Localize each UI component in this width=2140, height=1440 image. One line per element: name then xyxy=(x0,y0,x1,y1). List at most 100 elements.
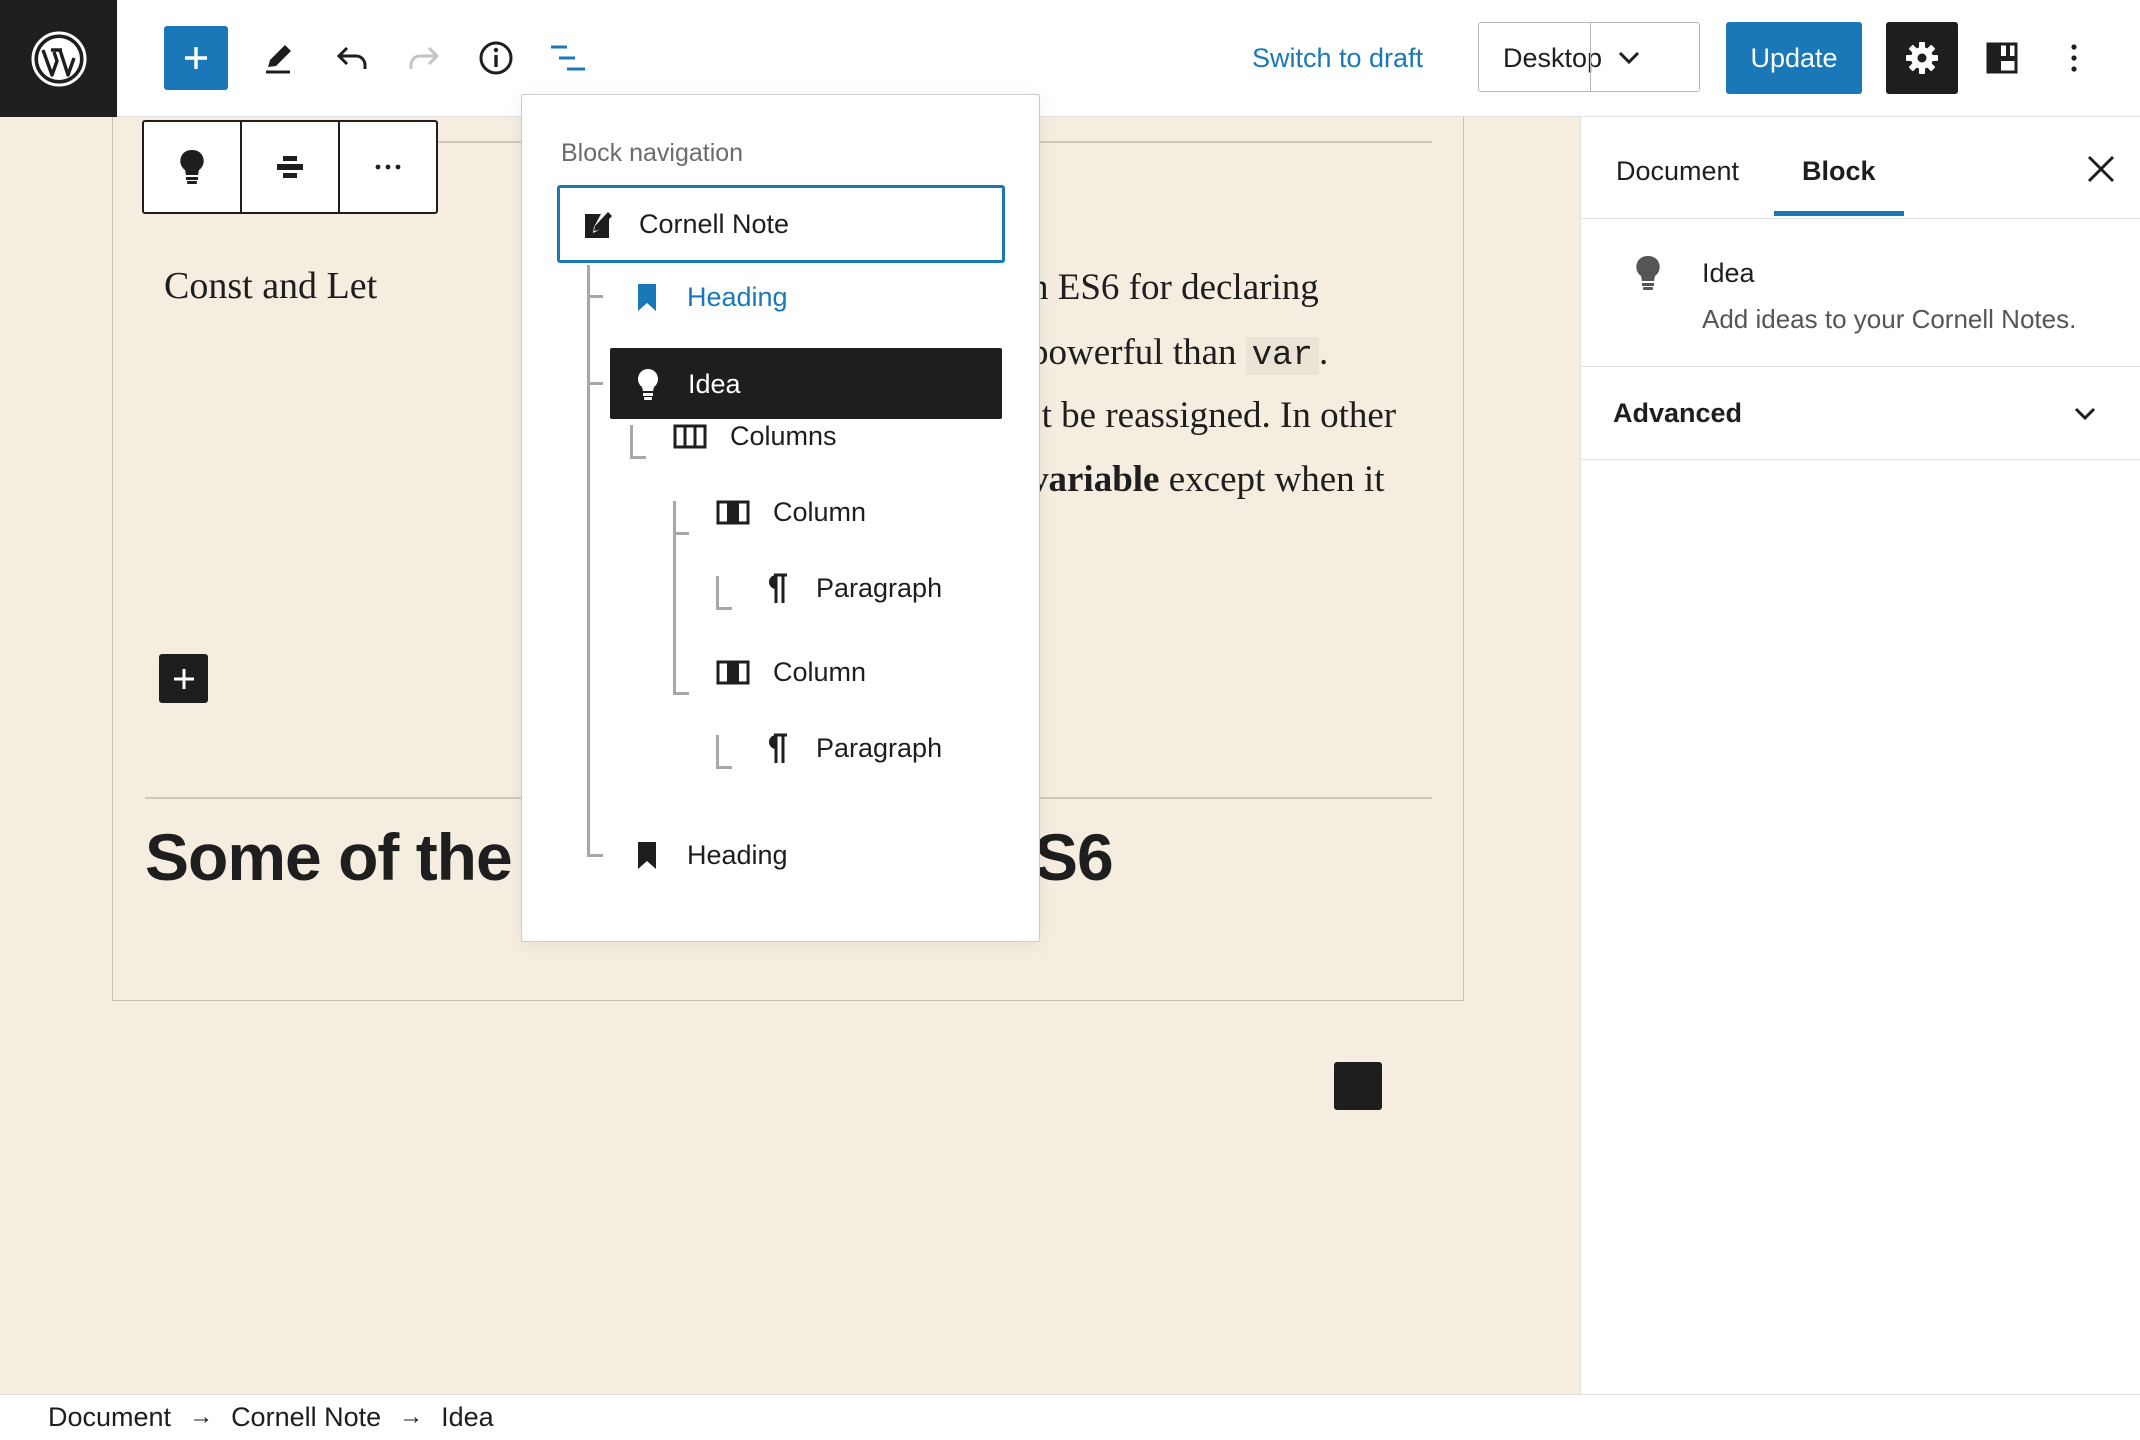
nav-item-heading[interactable]: Heading xyxy=(629,279,788,315)
plus-icon xyxy=(173,668,194,689)
block-card-description: Add ideas to your Cornell Notes. xyxy=(1702,304,2077,334)
tools-button[interactable] xyxy=(258,38,298,78)
block-toolbar xyxy=(142,120,438,214)
update-button[interactable]: Update xyxy=(1726,22,1862,94)
block-navigation-button[interactable] xyxy=(548,38,588,78)
popover-title: Block navigation xyxy=(561,139,744,167)
nav-item-column[interactable]: Column xyxy=(715,654,866,690)
tree-line xyxy=(716,576,719,609)
paragraph-icon xyxy=(769,573,787,603)
switch-to-draft-button[interactable]: Switch to draft xyxy=(1252,40,1423,76)
arrow-right-icon: → xyxy=(399,1403,424,1430)
lightbulb-icon xyxy=(638,368,658,400)
options-button[interactable] xyxy=(2054,38,2094,78)
redo-button[interactable] xyxy=(404,38,444,78)
note-paragraph-line[interactable]: ’t be reassigned. In other xyxy=(1030,391,1396,441)
tree-line xyxy=(673,532,689,535)
wordpress-icon xyxy=(31,31,86,86)
layout-icon xyxy=(1986,42,2018,74)
tree-line xyxy=(587,382,603,385)
close-icon[interactable] xyxy=(2081,149,2121,189)
block-card-title: Idea xyxy=(1702,258,1755,288)
layout-plugin-button[interactable] xyxy=(1982,38,2022,78)
nav-item-cornell-note[interactable]: Cornell Note xyxy=(557,185,1005,263)
more-options-button[interactable] xyxy=(340,122,436,212)
tree-line xyxy=(716,735,719,768)
wordpress-logo[interactable] xyxy=(0,0,117,117)
tree-line xyxy=(673,501,676,694)
columns-icon xyxy=(673,424,707,449)
nav-item-label: Paragraph xyxy=(816,573,943,603)
tree-line xyxy=(716,766,732,769)
preview-device-select[interactable]: Desktop xyxy=(1478,22,1700,92)
details-button[interactable] xyxy=(476,38,516,78)
edit-block-icon xyxy=(585,210,612,238)
tree-line xyxy=(587,295,603,298)
pencil-icon xyxy=(266,45,291,74)
note-text: ’t be reassigned. In other xyxy=(1030,395,1397,436)
tab-block[interactable]: Block xyxy=(1802,153,1876,189)
undo-icon xyxy=(336,46,367,69)
redo-icon xyxy=(409,46,440,69)
breadcrumb: Document → Cornell Note → Idea xyxy=(48,1399,494,1435)
nav-item-label: Columns xyxy=(730,421,837,451)
advanced-panel-toggle[interactable]: Advanced xyxy=(1581,367,2140,460)
tree-line xyxy=(630,425,633,458)
undo-button[interactable] xyxy=(332,38,372,78)
cue-column-text[interactable]: Const and Let xyxy=(164,261,377,311)
block-breadcrumb-bar: Document → Cornell Note → Idea xyxy=(0,1394,2140,1440)
inline-code: var xyxy=(1245,337,1319,375)
nav-item-columns[interactable]: Columns xyxy=(672,418,837,454)
chevron-down-icon[interactable] xyxy=(1607,35,1651,79)
breadcrumb-item-cornell-note[interactable]: Cornell Note xyxy=(231,1399,381,1435)
column-icon xyxy=(716,660,750,685)
align-button[interactable] xyxy=(242,122,340,212)
bookmark-icon xyxy=(638,842,656,869)
nav-item-label: Heading xyxy=(687,840,788,870)
nav-item-column[interactable]: Column xyxy=(715,494,866,530)
note-text: . xyxy=(1319,332,1329,373)
breadcrumb-item-idea[interactable]: Idea xyxy=(441,1399,494,1435)
tree-line xyxy=(716,607,732,610)
inline-inserter-button[interactable] xyxy=(159,654,208,703)
tab-document[interactable]: Document xyxy=(1616,153,1739,189)
breadcrumb-item-document[interactable]: Document xyxy=(48,1399,171,1435)
nav-item-label: Cornell Note xyxy=(639,209,790,239)
tree-line xyxy=(673,692,689,695)
note-paragraph-line[interactable]: n ES6 for declaring xyxy=(1030,263,1319,313)
note-text: n ES6 for declaring xyxy=(1030,267,1319,308)
info-icon xyxy=(479,41,513,75)
list-view-icon xyxy=(551,45,585,71)
note-paragraph-line[interactable]: powerful than var. xyxy=(1030,328,1328,381)
note-paragraph-line[interactable]: variable except when it xyxy=(1030,455,1384,505)
tree-line xyxy=(587,265,590,857)
paragraph-icon xyxy=(769,733,787,763)
settings-sidebar: Document Block Idea Add ideas to your Co… xyxy=(1580,117,2140,1394)
nav-item-label: Column xyxy=(773,657,867,687)
block-appender-button[interactable] xyxy=(1334,1062,1382,1110)
more-vertical-icon xyxy=(2071,44,2077,72)
settings-button[interactable] xyxy=(1886,22,1958,94)
add-block-button[interactable] xyxy=(164,26,228,90)
active-tab-indicator xyxy=(1774,211,1904,216)
nav-item-label: Heading xyxy=(687,282,788,312)
chevron-down-icon xyxy=(2074,407,2096,421)
plus-icon xyxy=(185,47,207,69)
nav-item-paragraph[interactable]: Paragraph xyxy=(758,730,942,766)
lightbulb-icon xyxy=(180,149,204,184)
nav-item-heading[interactable]: Heading xyxy=(629,837,788,873)
note-text: except when it xyxy=(1159,459,1385,500)
heading-text-tail: S6 xyxy=(1034,820,1114,894)
lightbulb-icon xyxy=(1636,255,1660,290)
nav-item-paragraph[interactable]: Paragraph xyxy=(758,570,942,606)
tree-line xyxy=(587,854,603,857)
select-divider xyxy=(1590,23,1591,91)
block-card: Idea Add ideas to your Cornell Notes. xyxy=(1581,219,2140,367)
column-icon xyxy=(716,500,750,525)
bookmark-icon xyxy=(638,284,656,311)
device-label: Desktop xyxy=(1503,43,1603,73)
nav-item-idea[interactable]: Idea xyxy=(610,348,1002,419)
editor-header: Switch to draft Desktop Update xyxy=(0,0,2140,117)
block-type-switcher[interactable] xyxy=(144,122,242,212)
nav-item-label: Column xyxy=(773,497,867,527)
